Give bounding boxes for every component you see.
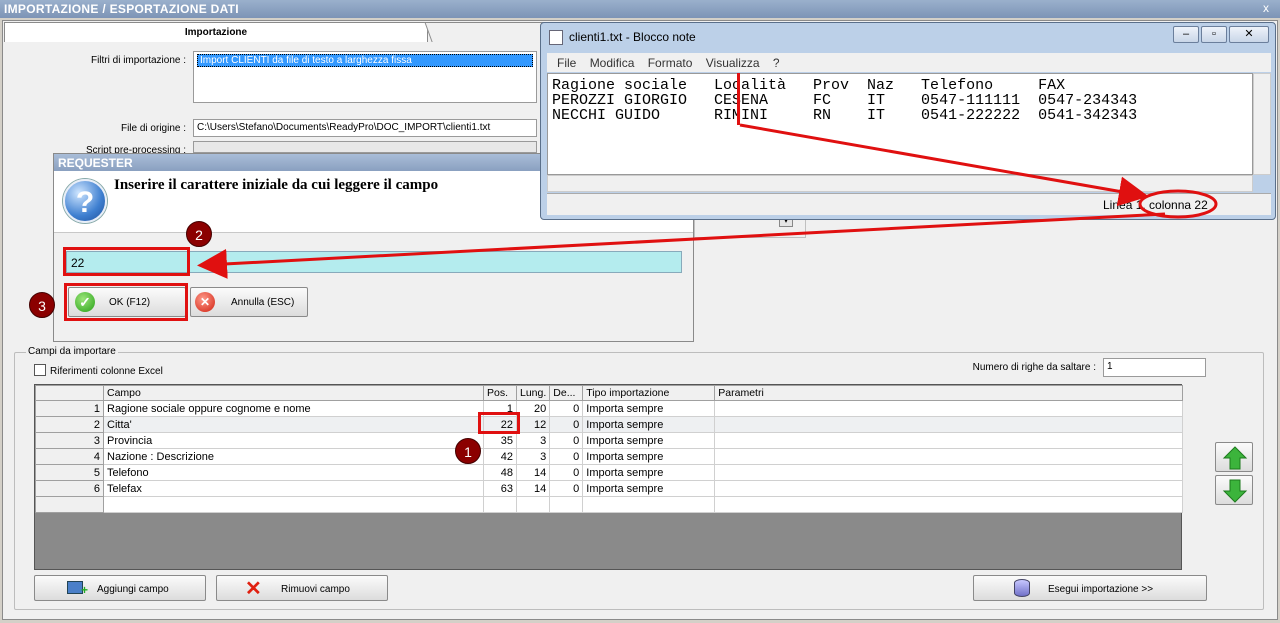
arrow-to-status	[739, 123, 1149, 207]
arrow-to-input	[197, 212, 1166, 279]
annotation-arrows	[197, 123, 1218, 279]
status-highlight	[1138, 189, 1218, 219]
